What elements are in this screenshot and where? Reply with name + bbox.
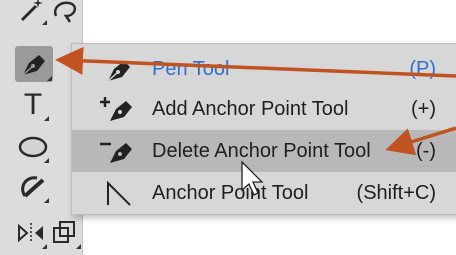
submenu-indicator	[47, 76, 52, 81]
free-transform-tool-button[interactable]	[48, 216, 82, 250]
pen-icon	[78, 55, 134, 83]
submenu-indicator	[42, 244, 47, 249]
menu-item-shortcut: (+)	[411, 98, 436, 120]
delete-anchor-point-icon	[98, 137, 134, 165]
width-tool-button[interactable]	[14, 216, 48, 250]
type-tool-button[interactable]: T	[16, 88, 50, 122]
pen-tool-button[interactable]	[15, 46, 53, 82]
type-tool-label: T	[23, 88, 43, 121]
submenu-indicator	[76, 244, 81, 249]
pen-tool-flyout-menu: Pen Tool (P) Add Anchor Point Tool (+) D…	[71, 43, 456, 215]
menu-item-pen-tool[interactable]: Pen Tool (P)	[72, 48, 456, 90]
submenu-indicator	[42, 20, 47, 25]
lasso-icon	[53, 1, 77, 23]
pen-icon	[22, 55, 45, 76]
menu-item-label: Anchor Point Tool	[152, 182, 309, 204]
menu-item-label: Add Anchor Point Tool	[152, 98, 349, 120]
menu-item-shortcut: (P)	[409, 58, 436, 80]
menu-item-shortcut: (Shift+C)	[356, 182, 436, 204]
ellipse-tool-button[interactable]	[16, 130, 50, 164]
shaper-tool-button[interactable]	[16, 170, 50, 204]
menu-item-add-anchor-point-tool[interactable]: Add Anchor Point Tool (+)	[72, 88, 456, 130]
menu-item-anchor-point-tool[interactable]: Anchor Point Tool (Shift+C)	[72, 172, 456, 214]
submenu-indicator	[44, 116, 49, 121]
menu-item-shortcut: (-)	[416, 140, 436, 162]
menu-item-delete-anchor-point-tool[interactable]: Delete Anchor Point Tool (-)	[72, 130, 456, 172]
magic-wand-tool-button[interactable]	[14, 0, 48, 26]
menu-item-label: Pen Tool	[152, 58, 230, 80]
submenu-indicator	[44, 158, 49, 163]
menu-item-label: Delete Anchor Point Tool	[152, 140, 371, 162]
anchor-point-icon	[98, 179, 134, 207]
add-anchor-point-icon	[98, 95, 134, 123]
lasso-tool-button[interactable]	[48, 0, 82, 28]
submenu-indicator	[44, 198, 49, 203]
